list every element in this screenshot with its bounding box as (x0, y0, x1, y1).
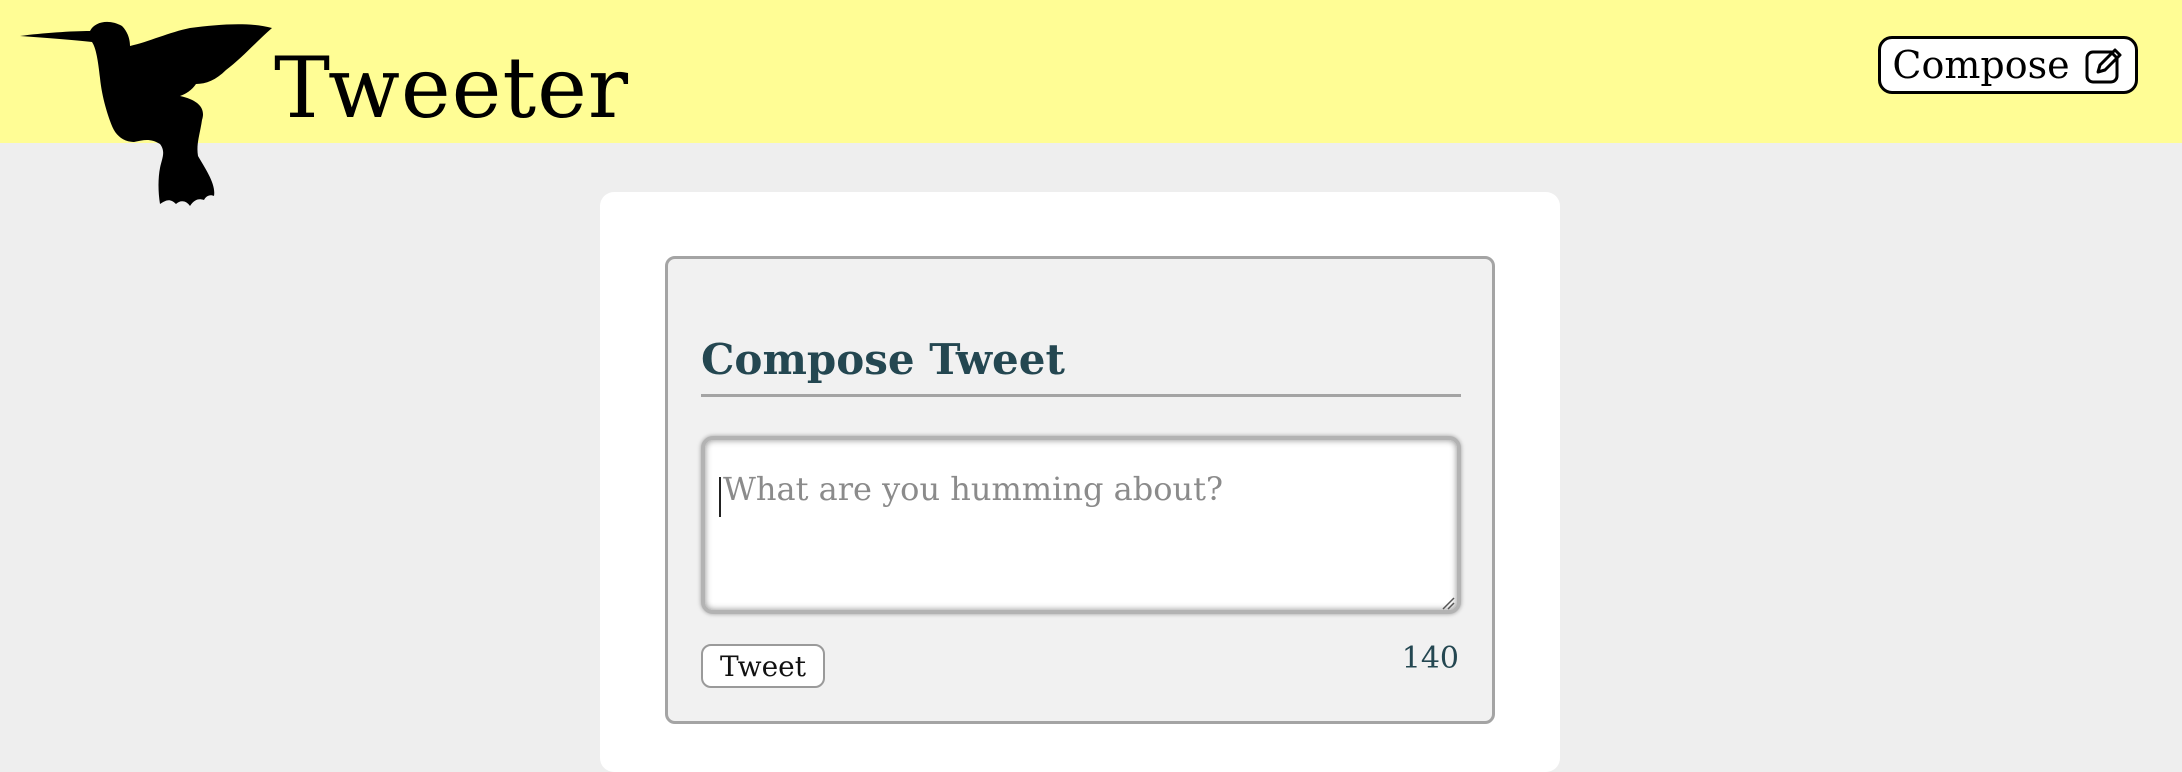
resize-handle-icon[interactable] (1441, 596, 1455, 610)
edit-icon (2085, 48, 2122, 84)
app-brand-title: Tweeter (274, 39, 629, 137)
tweet-textarea[interactable] (701, 436, 1461, 614)
text-cursor (719, 477, 721, 517)
hummingbird-icon (20, 21, 272, 206)
compose-tweet-panel: Compose Tweet Tweet 140 (665, 256, 1495, 724)
compose-button[interactable]: Compose (1878, 36, 2138, 94)
heading-divider (701, 394, 1461, 397)
tweet-button[interactable]: Tweet (701, 644, 825, 688)
compose-button-label: Compose (1892, 43, 2070, 87)
char-counter: 140 (1401, 641, 1459, 676)
compose-tweet-heading: Compose Tweet (701, 335, 1065, 384)
